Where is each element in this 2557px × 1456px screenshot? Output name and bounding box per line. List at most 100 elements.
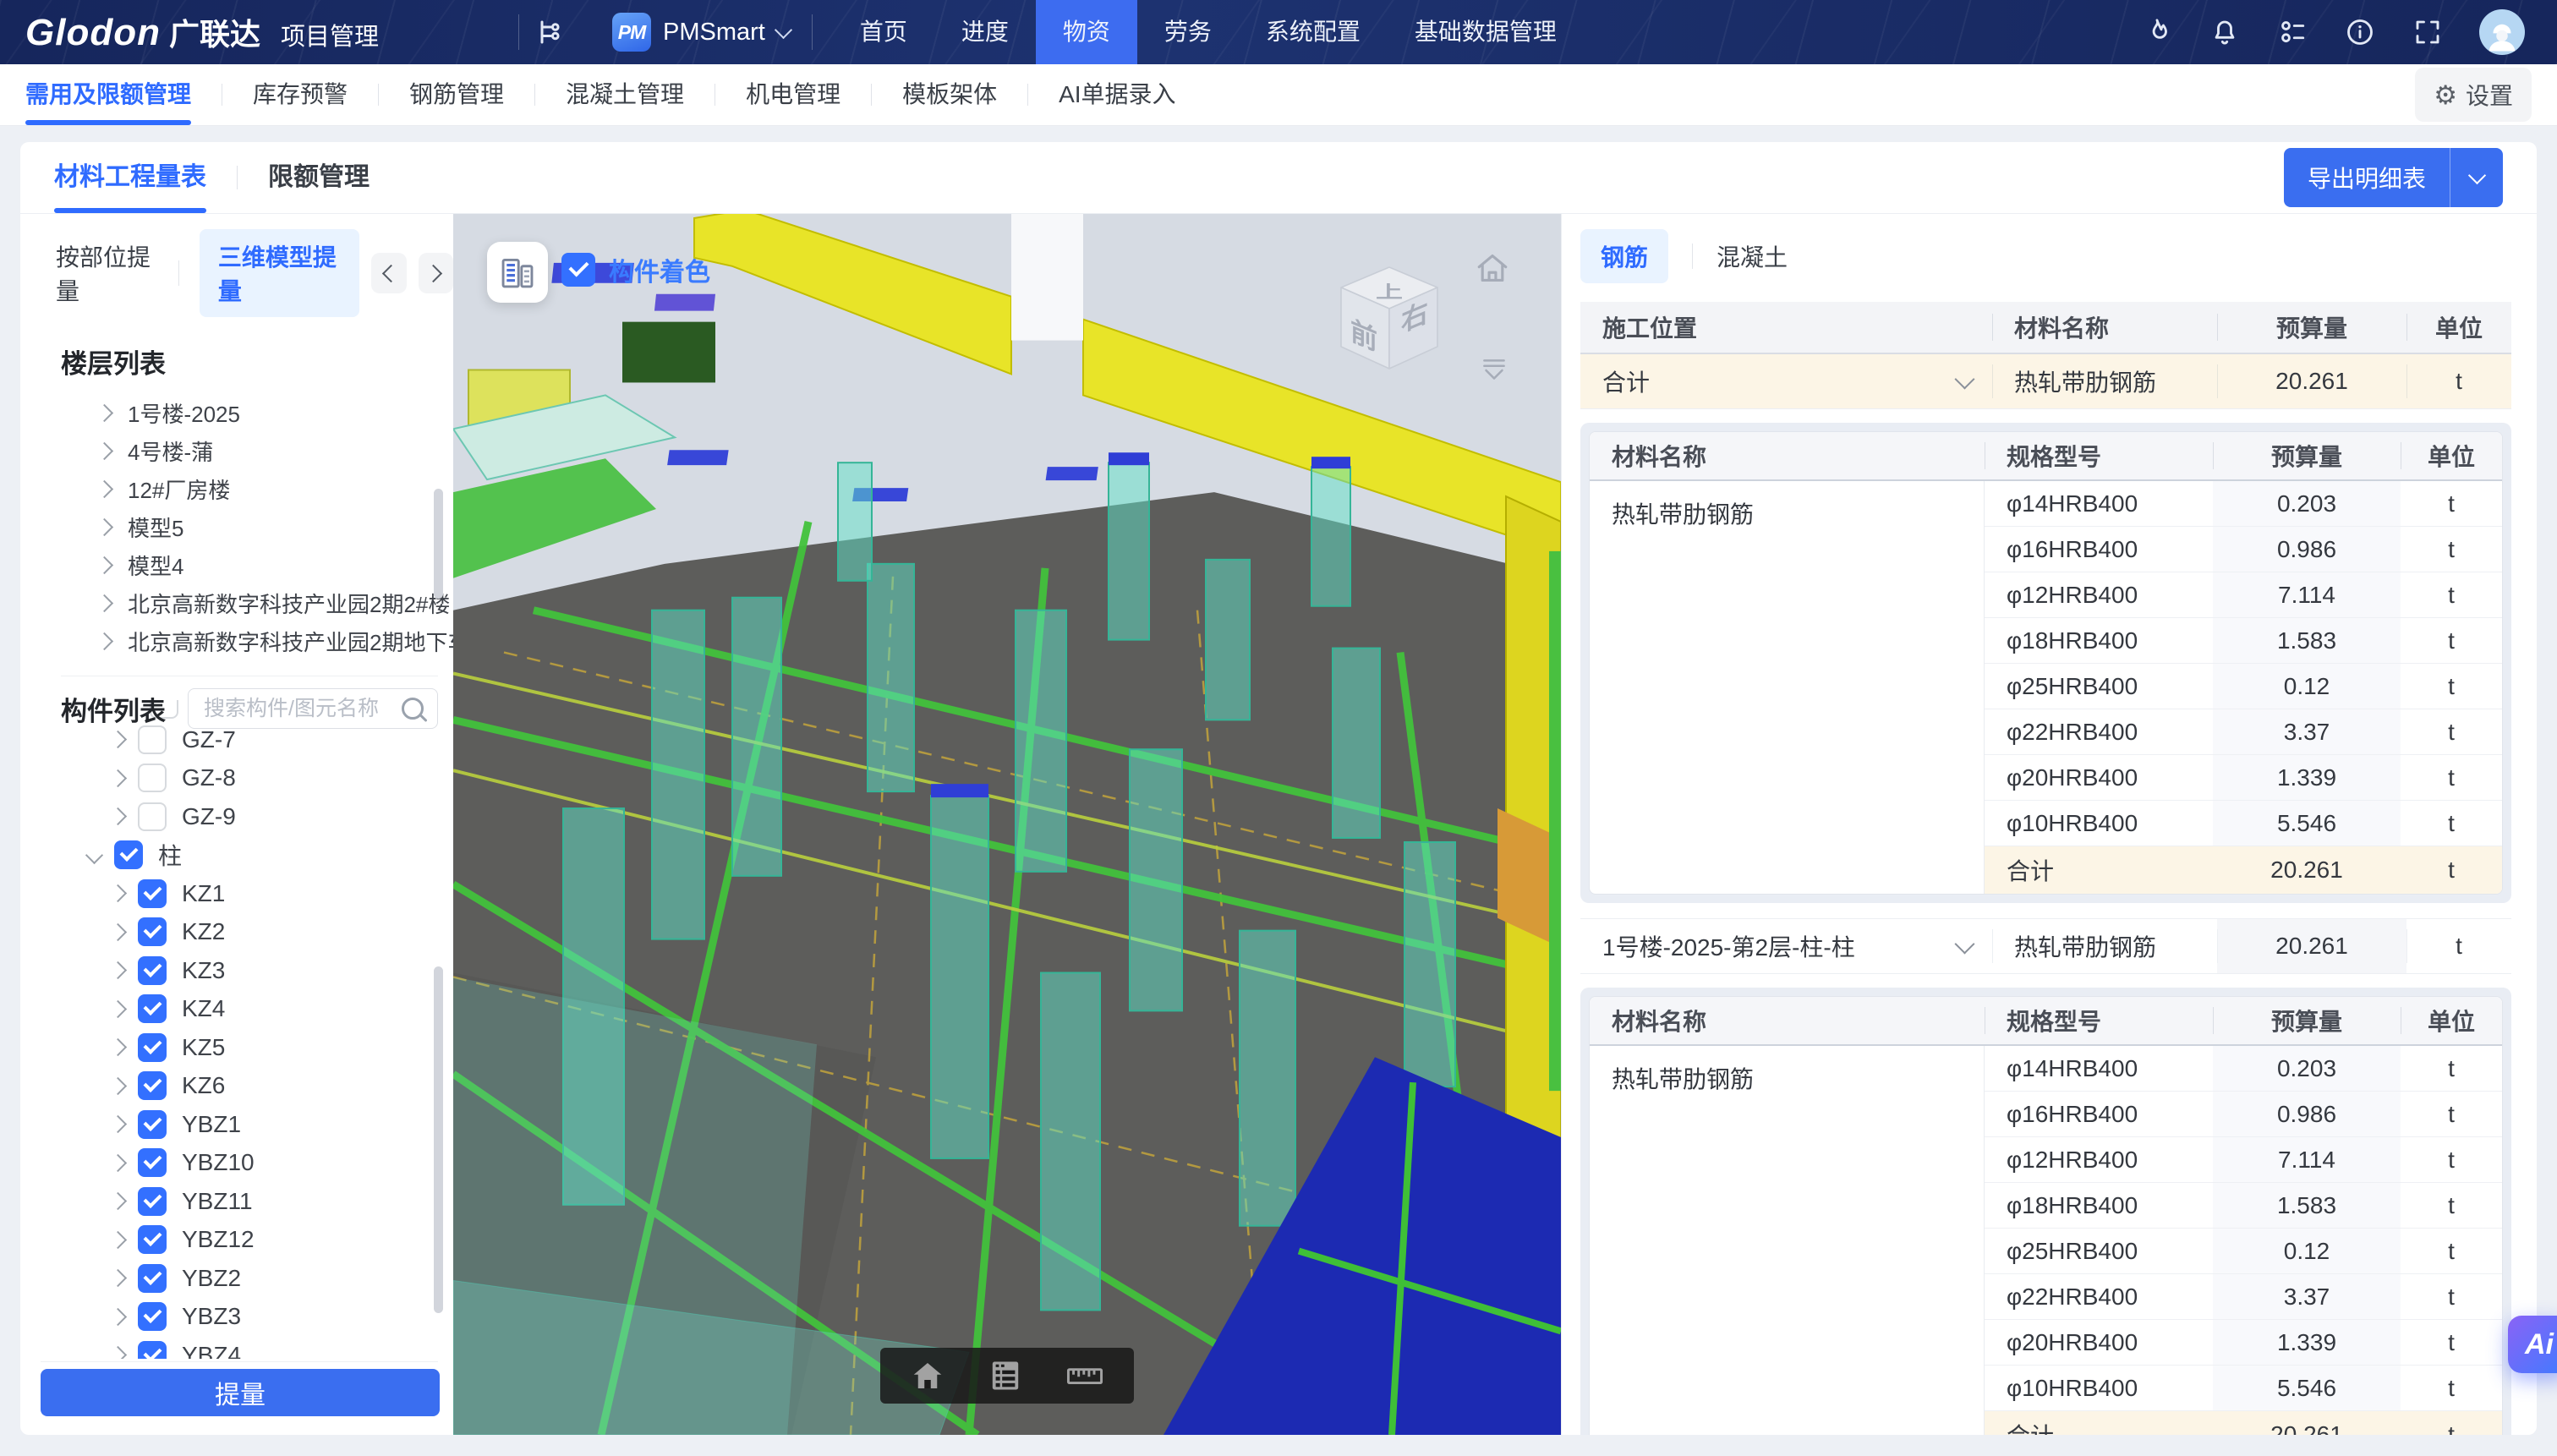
collapse-icon[interactable] <box>1478 358 1510 387</box>
summary-row[interactable]: 合计 热轧带肋钢筋 20.261 t <box>1580 354 2511 409</box>
chevron-right-icon[interactable] <box>96 442 113 460</box>
model-list-button[interactable] <box>487 242 548 303</box>
chevron-right-icon[interactable] <box>96 480 113 498</box>
chevron-right-icon[interactable] <box>109 884 127 902</box>
component-item[interactable]: YBZ11 <box>41 1182 453 1221</box>
chevron-right-icon[interactable] <box>109 1192 127 1210</box>
info-icon[interactable] <box>2344 16 2376 48</box>
bell-icon[interactable] <box>2209 16 2241 48</box>
component-item[interactable]: GZ-8 <box>41 759 453 798</box>
list-tool-icon[interactable] <box>990 1360 1021 1392</box>
chevron-right-icon[interactable] <box>109 961 127 979</box>
mode-by-part[interactable]: 按部位提量 <box>56 239 158 307</box>
chevron-right-icon[interactable] <box>109 1231 127 1249</box>
subnav-item-4[interactable]: 混凝土管理 <box>566 64 684 125</box>
component-item[interactable]: KZ2 <box>41 913 453 952</box>
component-item[interactable]: KZ1 <box>41 874 453 913</box>
flame-icon[interactable] <box>2141 16 2173 48</box>
floor-item[interactable]: 模型5 <box>41 508 453 546</box>
floor-item[interactable]: 12#厂房楼 <box>41 470 453 508</box>
component-item[interactable]: KZ6 <box>41 1067 453 1106</box>
chevron-right-icon[interactable] <box>96 556 113 574</box>
nav-item-5[interactable]: 系统配置 <box>1239 0 1388 64</box>
subnav-item-7[interactable]: AI单据录入 <box>1059 64 1175 125</box>
mode-3d-model[interactable]: 三维模型提量 <box>200 229 359 317</box>
nav-item-6[interactable]: 基础数据管理 <box>1388 0 1584 64</box>
nav-item-2[interactable]: 进度 <box>934 0 1036 64</box>
nav-item-1[interactable]: 首页 <box>833 0 934 64</box>
subnav-item-6[interactable]: 模板架体 <box>902 64 997 125</box>
cube-face-top[interactable]: 上 <box>1376 282 1403 301</box>
chevron-right-icon[interactable] <box>109 1000 127 1018</box>
chevron-right-icon[interactable] <box>109 1115 127 1133</box>
chevron-right-icon[interactable] <box>109 1038 127 1056</box>
shading-toggle[interactable]: 构件着色 <box>561 251 710 288</box>
view-cube[interactable]: 上 前 右 <box>1317 248 1461 390</box>
checkbox[interactable] <box>138 1187 167 1216</box>
chevron-right-icon[interactable] <box>109 1269 127 1287</box>
tab-concrete[interactable]: 混凝土 <box>1717 239 1788 273</box>
floor-item[interactable]: 北京高新数字科技产业园2期2#楼 <box>41 584 453 622</box>
prev-button[interactable] <box>371 253 406 293</box>
chevron-right-icon[interactable] <box>96 594 113 612</box>
component-search[interactable] <box>188 688 438 729</box>
extract-quantity-button[interactable]: 提量 <box>41 1369 440 1416</box>
tab-quota-management[interactable]: 限额管理 <box>268 142 370 213</box>
subnav-item-5[interactable]: 机电管理 <box>746 64 840 125</box>
checkbox[interactable] <box>138 1071 167 1100</box>
chevron-right-icon[interactable] <box>96 632 113 650</box>
export-label[interactable]: 导出明细表 <box>2284 148 2450 207</box>
component-item[interactable]: 柱 <box>41 836 453 875</box>
subnav-item-3[interactable]: 钢筋管理 <box>409 64 504 125</box>
chevron-right-icon[interactable] <box>109 1154 127 1172</box>
checkbox[interactable] <box>138 1341 167 1359</box>
nav-item-3[interactable]: 物资 <box>1036 0 1137 64</box>
checkbox[interactable] <box>138 725 167 754</box>
checkbox[interactable] <box>561 253 595 287</box>
next-button[interactable] <box>419 253 453 293</box>
floor-item[interactable]: 1号楼-2025 <box>41 394 453 432</box>
measure-tool-icon[interactable] <box>1066 1360 1103 1392</box>
component-item[interactable]: YBZ2 <box>41 1259 453 1298</box>
tab-rebar[interactable]: 钢筋 <box>1580 229 1668 283</box>
floor-item[interactable]: 北京高新数字科技产业园2期地下车库人防 <box>41 622 453 660</box>
home-tool-icon[interactable] <box>911 1360 945 1392</box>
checkbox[interactable] <box>138 764 167 792</box>
chevron-right-icon[interactable] <box>109 807 127 825</box>
chevron-right-icon[interactable] <box>109 1077 127 1095</box>
checkbox[interactable] <box>138 1110 167 1139</box>
component-item[interactable]: YBZ3 <box>41 1298 453 1337</box>
component-item[interactable]: KZ4 <box>41 990 453 1029</box>
nav-item-4[interactable]: 劳务 <box>1137 0 1239 64</box>
scrollbar-thumb[interactable] <box>434 489 443 599</box>
avatar[interactable] <box>2479 9 2525 55</box>
search-input[interactable] <box>202 696 402 722</box>
org-structure-icon[interactable] <box>534 17 565 47</box>
component-item[interactable]: KZ5 <box>41 1028 453 1067</box>
floor-item[interactable]: 模型4 <box>41 546 453 584</box>
chevron-right-icon[interactable] <box>109 769 127 787</box>
checkbox[interactable] <box>138 1264 167 1293</box>
chevron-down-icon[interactable] <box>85 846 103 864</box>
summary-row[interactable]: 1号楼-2025-第2层-柱-柱 热轧带肋钢筋 20.261 t <box>1580 918 2511 974</box>
location-cell[interactable]: 1号楼-2025-第2层-柱-柱 <box>1580 919 1992 973</box>
checkbox[interactable] <box>138 1225 167 1254</box>
subnav-item-1[interactable]: 需用及限额管理 <box>25 64 191 125</box>
model-viewport[interactable]: 构件着色 上 前 右 <box>453 214 1561 1435</box>
search-icon[interactable] <box>402 698 424 720</box>
checkbox[interactable] <box>138 956 167 985</box>
chevron-right-icon[interactable] <box>109 1308 127 1326</box>
chevron-right-icon[interactable] <box>96 404 113 422</box>
checkbox[interactable] <box>138 1033 167 1062</box>
subnav-item-2[interactable]: 库存预警 <box>253 64 348 125</box>
apps-icon[interactable] <box>2276 16 2308 48</box>
checkbox[interactable] <box>138 1302 167 1331</box>
scrollbar-thumb[interactable] <box>434 966 443 1313</box>
home-view-icon[interactable] <box>1475 251 1510 289</box>
chevron-down-icon[interactable] <box>1954 369 1974 389</box>
chevron-right-icon[interactable] <box>96 518 113 536</box>
checkbox[interactable] <box>138 802 167 831</box>
checkbox[interactable] <box>138 879 167 908</box>
component-item[interactable]: GZ-9 <box>41 797 453 836</box>
floor-item[interactable]: 4号楼-蒲 <box>41 432 453 470</box>
